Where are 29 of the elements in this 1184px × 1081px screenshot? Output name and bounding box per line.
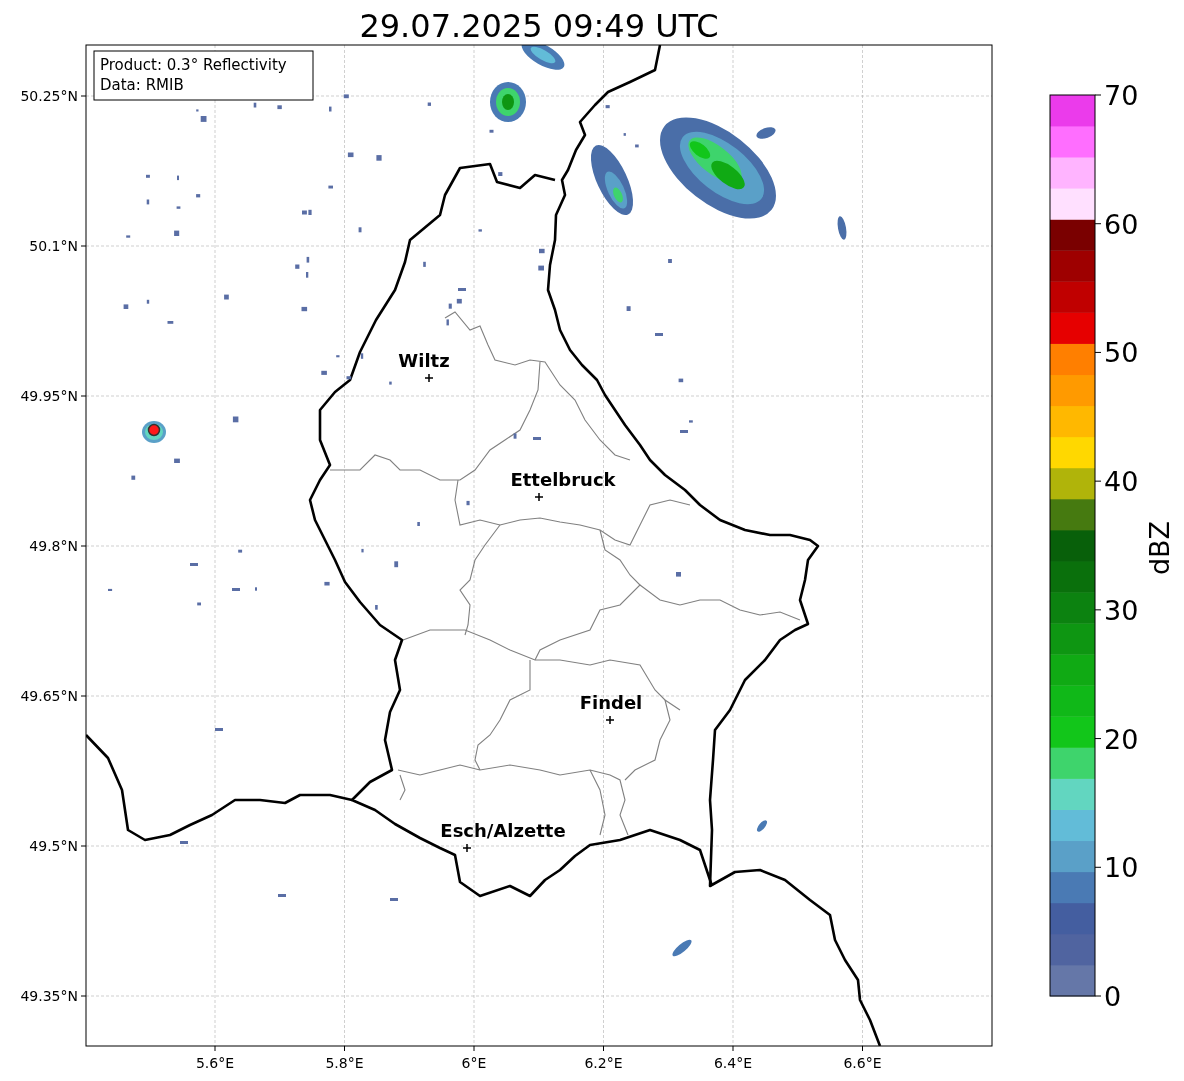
axis-tick-label: 49.35°N	[20, 988, 78, 1004]
colorbar-tick-label: 0	[1104, 981, 1122, 1012]
colorbar-tick-label: 30	[1104, 594, 1139, 626]
axis-tick-label: 6.6°E	[843, 1055, 882, 1071]
info-text: Product: 0.3° Reflectivity	[100, 56, 287, 74]
colorbar-tick-label: 60	[1104, 208, 1139, 240]
colorbar-tick-label: 50	[1104, 337, 1139, 369]
colorbar-label: dBZ	[1144, 520, 1175, 576]
axis-tick-label: 6°E	[461, 1055, 487, 1071]
colorbar-tick-label: 70	[1104, 80, 1139, 111]
colorbar-tick-label: 40	[1104, 466, 1139, 498]
city-label: Wiltz	[398, 350, 450, 371]
city-label: Findel	[579, 692, 643, 713]
axis-tick-label: 49.8°N	[29, 538, 78, 554]
axis-tick-label: 50.25°N	[20, 88, 78, 104]
city-label: Esch/Alzette	[440, 820, 566, 841]
info-text: Data: RMIB	[100, 76, 184, 94]
colorbar-tick-label: 20	[1104, 723, 1139, 755]
axis-tick-label: 49.65°N	[20, 688, 78, 704]
axis-tick-label: 5.6°E	[195, 1055, 235, 1071]
axis-tick-label: 50.1°N	[29, 238, 78, 254]
axis-tick-label: 5.8°E	[325, 1055, 364, 1071]
axis-tick-label: 6.4°E	[713, 1055, 753, 1071]
axis-tick-label: 6.2°E	[584, 1055, 623, 1071]
city-label: Ettelbruck	[510, 469, 616, 490]
chart-title: 29.07.2025 09:49 UTC	[359, 7, 719, 45]
axis-tick-label: 49.95°N	[20, 388, 78, 404]
colorbar-tick-label: 10	[1104, 852, 1139, 884]
axis-tick-label: 49.5°N	[29, 838, 78, 854]
